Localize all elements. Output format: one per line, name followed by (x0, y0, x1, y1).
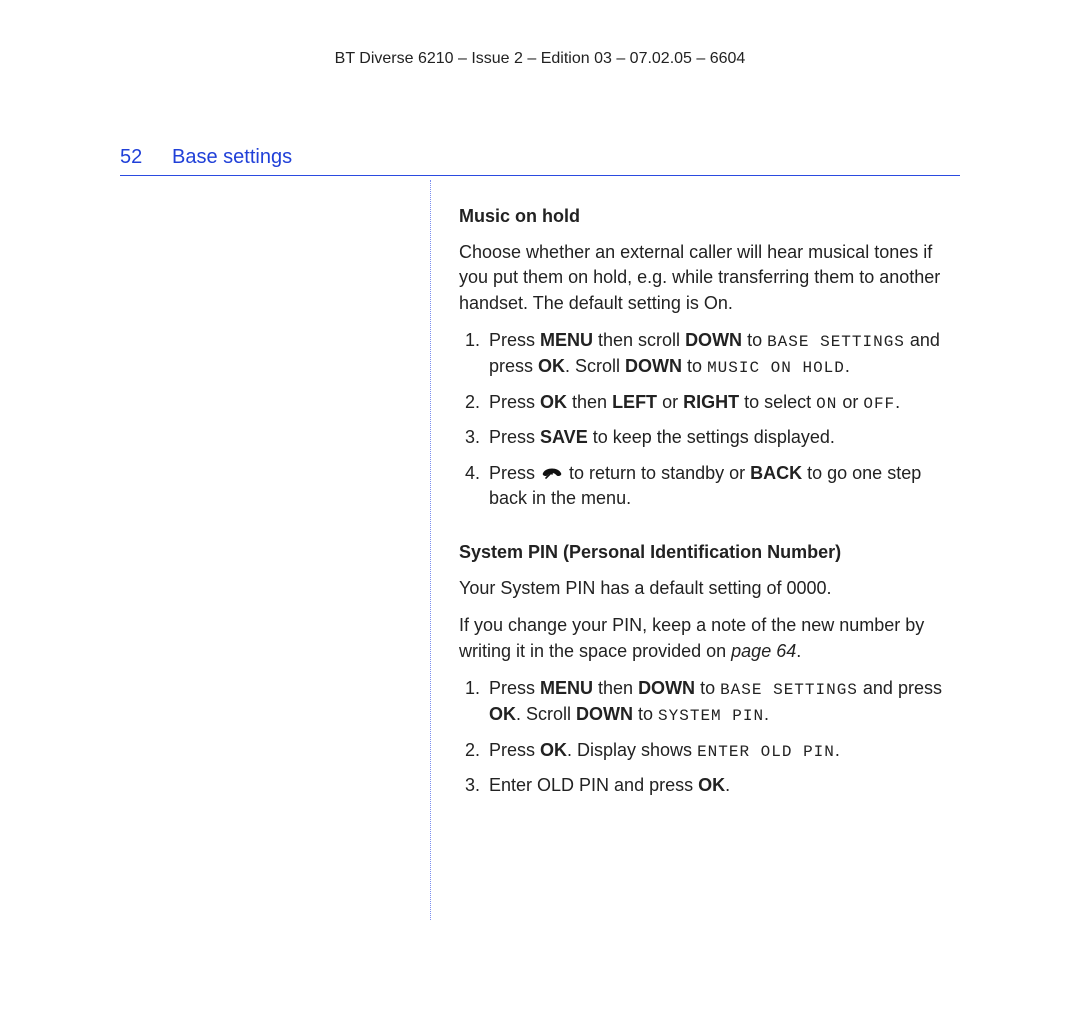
section-title: Base settings (172, 146, 292, 169)
list-item: Press SAVE to keep the settings displaye… (485, 425, 960, 451)
list-item: Enter OLD PIN and press OK. (485, 773, 960, 799)
key-back: BACK (750, 463, 802, 483)
text: . Scroll (516, 704, 576, 724)
key-menu: MENU (540, 678, 593, 698)
text: to (682, 356, 707, 376)
key-ok: OK (489, 704, 516, 724)
left-column-empty (120, 176, 430, 920)
key-menu: MENU (540, 330, 593, 350)
document-header: BT Diverse 6210 – Issue 2 – Edition 03 –… (120, 50, 960, 68)
text: . (796, 641, 801, 661)
list-item: Press OK then LEFT or RIGHT to select ON… (485, 390, 960, 416)
text: or (657, 392, 683, 412)
two-column-layout: Music on hold Choose whether an external… (120, 176, 960, 920)
text: If you change your PIN, keep a note of t… (459, 615, 924, 661)
text: Press (489, 427, 540, 447)
text: . Display shows (567, 740, 697, 760)
text: and press (858, 678, 942, 698)
key-down: DOWN (625, 356, 682, 376)
text: Enter OLD PIN and press (489, 775, 698, 795)
key-ok: OK (540, 392, 567, 412)
key-save: SAVE (540, 427, 588, 447)
right-column-content: Music on hold Choose whether an external… (431, 176, 960, 920)
music-on-hold-steps: Press MENU then scroll DOWN to BASE SETT… (459, 328, 960, 512)
text: Press (489, 678, 540, 698)
key-right: RIGHT (683, 392, 739, 412)
lcd-base-settings: BASE SETTINGS (767, 333, 905, 351)
music-on-hold-intro: Choose whether an external caller will h… (459, 240, 960, 317)
text: then (593, 678, 638, 698)
lcd-system-pin: SYSTEM PIN (658, 707, 764, 725)
text: to select (739, 392, 816, 412)
system-pin-steps: Press MENU then DOWN to BASE SETTINGS an… (459, 676, 960, 799)
list-item: Press MENU then DOWN to BASE SETTINGS an… (485, 676, 960, 727)
text: . (835, 740, 840, 760)
text: Press (489, 392, 540, 412)
lcd-on: ON (816, 395, 837, 413)
text: . (895, 392, 900, 412)
key-ok: OK (538, 356, 565, 376)
key-down: DOWN (576, 704, 633, 724)
text: . Scroll (565, 356, 625, 376)
music-on-hold-heading: Music on hold (459, 204, 960, 230)
list-item: Press OK. Display shows ENTER OLD PIN. (485, 738, 960, 764)
text: . (764, 704, 769, 724)
key-down: DOWN (685, 330, 742, 350)
end-call-icon (540, 464, 564, 482)
text: then (567, 392, 612, 412)
page-ref: page 64 (731, 641, 796, 661)
text: to (633, 704, 658, 724)
text: to keep the settings displayed. (588, 427, 835, 447)
page-number: 52 (120, 146, 148, 169)
manual-page: BT Diverse 6210 – Issue 2 – Edition 03 –… (0, 0, 1080, 960)
list-item: Press to return to standby or BACK to go… (485, 461, 960, 512)
key-left: LEFT (612, 392, 657, 412)
key-ok: OK (698, 775, 725, 795)
section-header-row: 52 Base settings (120, 146, 960, 169)
lcd-off: OFF (863, 395, 895, 413)
system-pin-default: Your System PIN has a default setting of… (459, 576, 960, 602)
key-down: DOWN (638, 678, 695, 698)
lcd-base-settings: BASE SETTINGS (720, 681, 858, 699)
text: . (845, 356, 850, 376)
text: or (837, 392, 863, 412)
text: . (725, 775, 730, 795)
list-item: Press MENU then scroll DOWN to BASE SETT… (485, 328, 960, 379)
text: to (742, 330, 767, 350)
system-pin-note: If you change your PIN, keep a note of t… (459, 613, 960, 664)
text: then scroll (593, 330, 685, 350)
text: to return to standby or (564, 463, 750, 483)
text: to (695, 678, 720, 698)
text: Press (489, 330, 540, 350)
lcd-music-on-hold: MUSIC ON HOLD (707, 359, 845, 377)
key-ok: OK (540, 740, 567, 760)
lcd-enter-old-pin: ENTER OLD PIN (697, 743, 835, 761)
system-pin-heading: System PIN (Personal Identification Numb… (459, 540, 960, 566)
text: Press (489, 463, 540, 483)
text: Press (489, 740, 540, 760)
